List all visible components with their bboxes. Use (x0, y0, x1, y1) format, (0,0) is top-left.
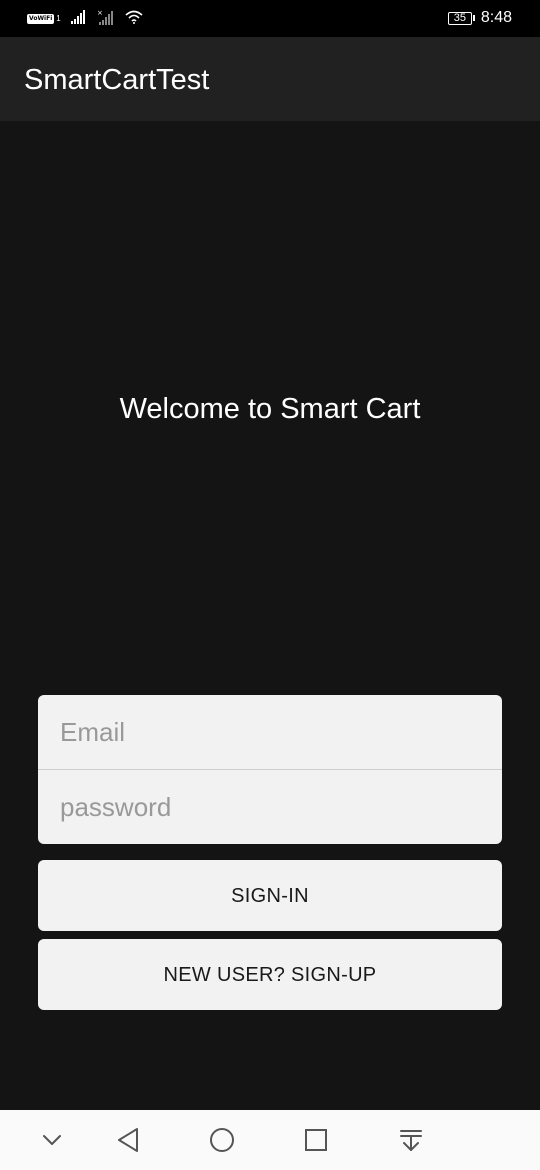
recents-square-icon[interactable] (301, 1125, 331, 1155)
home-circle-icon[interactable] (207, 1125, 237, 1155)
vowifi-icon: VoWiFi 1 (27, 14, 61, 24)
login-form (38, 695, 502, 844)
vowifi-badge: VoWiFi (27, 14, 55, 24)
status-left-icons: VoWiFi 1 × (27, 9, 143, 30)
welcome-heading: Welcome to Smart Cart (119, 393, 421, 425)
notification-pull-icon[interactable] (396, 1125, 426, 1155)
email-field-container (38, 695, 502, 769)
sign-up-button[interactable]: NEW USER? SIGN-UP (38, 939, 502, 1010)
status-bar: VoWiFi 1 × 35 8:48 (0, 0, 540, 37)
vowifi-badge-sub: 1 (56, 14, 61, 23)
battery-icon: 35 (447, 11, 475, 25)
app-bar: SmartCartTest (0, 37, 540, 121)
password-field[interactable] (38, 770, 502, 844)
email-field[interactable] (38, 695, 502, 769)
chevron-down-icon[interactable] (37, 1125, 67, 1155)
svg-text:×: × (97, 9, 103, 17)
password-field-container (38, 770, 502, 844)
app-title: SmartCartTest (24, 64, 210, 96)
status-time: 8:48 (480, 9, 512, 26)
signal-strength-icon (70, 9, 87, 29)
status-right: 35 8:48 (447, 8, 512, 28)
system-nav-bar (0, 1110, 540, 1170)
sign-in-button[interactable]: SIGN-IN (38, 860, 502, 931)
signal-no-service-icon: × (97, 9, 115, 30)
back-triangle-icon[interactable] (113, 1125, 143, 1155)
wifi-icon (125, 10, 143, 29)
battery-level: 35 (447, 11, 472, 25)
